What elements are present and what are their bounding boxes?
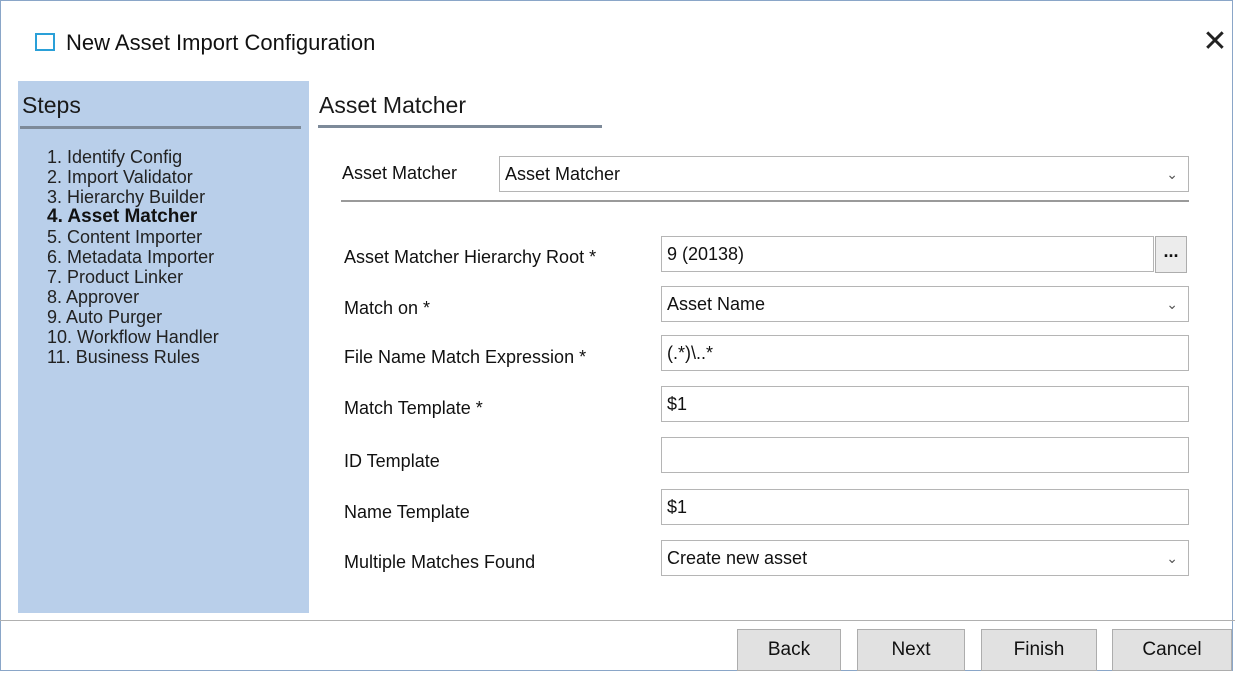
hierarchy-root-field[interactable]: 9 (20138) <box>661 236 1154 272</box>
chevron-down-icon: ⌄ <box>1166 166 1178 182</box>
multiple-matches-value: Create new asset <box>667 548 808 568</box>
asset-matcher-label: Asset Matcher <box>342 163 458 183</box>
multiple-matches-label: Multiple Matches Found <box>344 552 536 572</box>
page-title: Asset Matcher <box>319 92 466 118</box>
hierarchy-root-label: Asset Matcher Hierarchy Root * <box>344 247 597 267</box>
step-workflow-handler[interactable]: 10. Workflow Handler <box>47 327 219 347</box>
match-on-select[interactable]: Asset Name ⌄ <box>661 286 1189 322</box>
match-template-value: $1 <box>667 394 688 414</box>
chevron-down-icon: ⌄ <box>1166 296 1178 312</box>
close-icon[interactable]: ✕ <box>1199 26 1231 58</box>
match-on-label: Match on * <box>344 298 431 318</box>
step-identify-config[interactable]: 1. Identify Config <box>47 147 219 167</box>
file-name-expr-label: File Name Match Expression * <box>344 347 587 367</box>
match-on-value: Asset Name <box>667 294 766 314</box>
steps-heading: Steps <box>22 92 81 118</box>
footer-divider <box>0 620 1235 621</box>
next-button[interactable]: Next <box>857 629 965 671</box>
step-import-validator[interactable]: 2. Import Validator <box>47 167 219 187</box>
file-name-expr-input[interactable]: (.*)\..* <box>661 335 1189 371</box>
step-content-importer[interactable]: 5. Content Importer <box>47 227 219 247</box>
window-title: New Asset Import Configuration <box>66 30 376 55</box>
cancel-button[interactable]: Cancel <box>1112 629 1232 671</box>
title-bar: New Asset Import Configuration ✕ <box>0 0 1235 88</box>
steps-heading-underline <box>20 126 301 129</box>
name-template-value: $1 <box>667 497 688 517</box>
step-metadata-importer[interactable]: 6. Metadata Importer <box>47 247 219 267</box>
asset-matcher-select[interactable]: Asset Matcher ⌄ <box>499 156 1189 192</box>
back-button[interactable]: Back <box>737 629 841 671</box>
step-asset-matcher[interactable]: 4. Asset Matcher <box>47 207 219 227</box>
step-business-rules[interactable]: 11. Business Rules <box>47 347 219 367</box>
id-template-input[interactable] <box>661 437 1189 473</box>
browse-button[interactable]: ... <box>1155 236 1187 273</box>
name-template-input[interactable]: $1 <box>661 489 1189 525</box>
section-divider <box>341 200 1189 202</box>
hierarchy-root-value: 9 (20138) <box>667 244 745 264</box>
multiple-matches-select[interactable]: Create new asset ⌄ <box>661 540 1189 576</box>
match-template-input[interactable]: $1 <box>661 386 1189 422</box>
file-name-expr-value: (.*)\..* <box>667 343 714 363</box>
step-product-linker[interactable]: 7. Product Linker <box>47 267 219 287</box>
steps-list: 1. Identify Config 2. Import Validator 3… <box>47 147 219 367</box>
step-hierarchy-builder[interactable]: 3. Hierarchy Builder <box>47 187 219 207</box>
page-title-underline <box>318 125 602 128</box>
window-icon <box>35 33 55 51</box>
chevron-down-icon: ⌄ <box>1166 550 1178 566</box>
step-auto-purger[interactable]: 9. Auto Purger <box>47 307 219 327</box>
step-approver[interactable]: 8. Approver <box>47 287 219 307</box>
asset-matcher-select-value: Asset Matcher <box>505 164 621 184</box>
match-template-label: Match Template * <box>344 398 483 418</box>
id-template-label: ID Template <box>344 451 440 471</box>
finish-button[interactable]: Finish <box>981 629 1097 671</box>
name-template-label: Name Template <box>344 502 470 522</box>
